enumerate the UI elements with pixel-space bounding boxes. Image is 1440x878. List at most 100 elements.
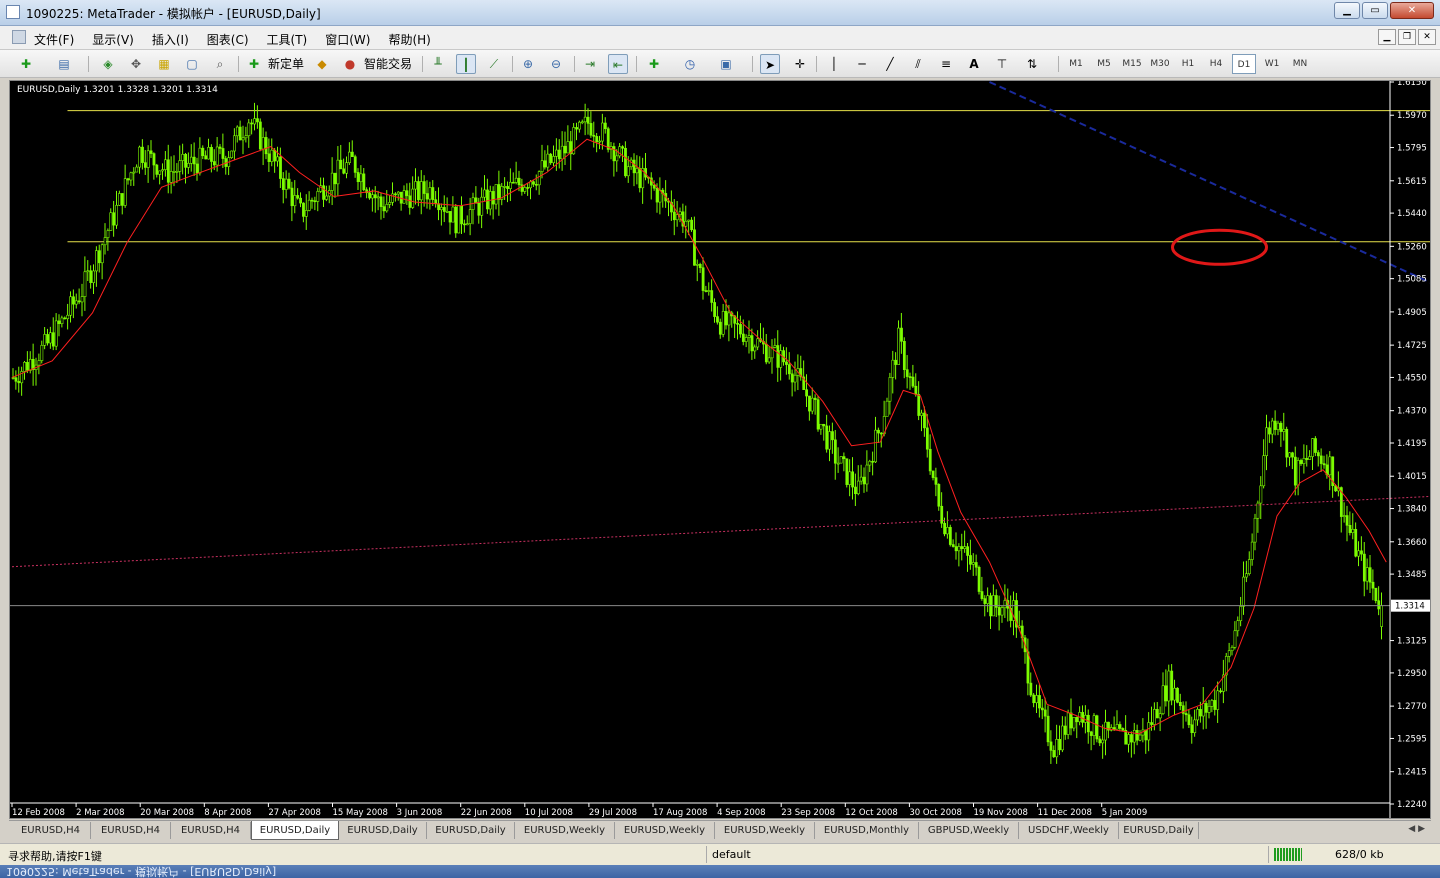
- new-order-button[interactable]: 新定单: [266, 54, 306, 74]
- chart-tab[interactable]: EURUSD,H4: [171, 822, 251, 839]
- data-window-icon[interactable]: ▢: [182, 54, 202, 74]
- new-order-icon[interactable]: ✚: [244, 54, 264, 74]
- price-tick-label: 1.5615: [1397, 177, 1427, 187]
- timeframe-w1[interactable]: W1: [1260, 54, 1284, 74]
- candle-body: [511, 181, 515, 184]
- taskbar-item[interactable]: 1090225: MetaTrader - 模拟帐户 - [EURUSD,Dai…: [6, 865, 276, 878]
- terminal-icon[interactable]: ▦: [154, 54, 174, 74]
- candle-body: [509, 181, 512, 189]
- candle-body: [997, 607, 1001, 616]
- candle-body: [549, 153, 553, 164]
- candle-body: [557, 149, 561, 160]
- trend-line-icon[interactable]: ╱: [880, 54, 900, 74]
- market-watch-icon[interactable]: ◈: [98, 54, 118, 74]
- chart-tab[interactable]: USDCHF,Weekly: [1019, 822, 1119, 839]
- candle-body: [612, 146, 616, 162]
- timeframe-mn[interactable]: MN: [1288, 54, 1312, 74]
- chart-canvas: 1.6150 1.5970 1.5795 1.5615 1.5440 1.5260 1.50…: [10, 81, 1430, 818]
- chart-tab[interactable]: EURUSD,H4: [91, 822, 171, 839]
- menu-item-5[interactable]: 窗口(W): [325, 31, 370, 48]
- candle-body: [414, 181, 418, 190]
- zoom-out-icon[interactable]: ⊖: [546, 54, 566, 74]
- text-tool[interactable]: A: [964, 54, 984, 74]
- chart-tab[interactable]: EURUSD,Daily: [251, 821, 339, 840]
- price-chart[interactable]: 1.6150 1.5970 1.5795 1.5615 1.5440 1.5260 1.50…: [9, 80, 1431, 819]
- candle-body: [1155, 709, 1159, 719]
- tab-scroll-arrows[interactable]: ◀ ▶: [1408, 824, 1425, 834]
- chart-tab[interactable]: EURUSD,Weekly: [715, 822, 815, 839]
- chart-tab[interactable]: EURUSD,Daily: [1119, 822, 1199, 839]
- indicators-icon[interactable]: ✚: [644, 54, 664, 74]
- chart-tab[interactable]: EURUSD,Monthly: [815, 822, 919, 839]
- chart-tab[interactable]: GBPUSD,Weekly: [919, 822, 1019, 839]
- chart-tab[interactable]: EURUSD,H4: [11, 822, 91, 839]
- status-profile: default: [712, 848, 751, 861]
- candle-body: [463, 223, 466, 226]
- timeframe-m5[interactable]: M5: [1092, 54, 1116, 74]
- menu-item-4[interactable]: 工具(T): [267, 31, 308, 48]
- autoscroll-icon[interactable]: ⇤: [608, 54, 628, 74]
- document-icon[interactable]: [12, 30, 26, 44]
- channel-icon[interactable]: ⫽: [908, 54, 928, 74]
- menu-item-3[interactable]: 图表(C): [207, 31, 249, 48]
- candle-body: [1193, 719, 1197, 733]
- taskbar: 1090225: MetaTrader - 模拟帐户 - [EURUSD,Dai…: [0, 865, 1440, 878]
- zoom-in-icon[interactable]: ⊕: [518, 54, 538, 74]
- templates-icon[interactable]: ▣: [716, 54, 736, 74]
- candle-body: [523, 187, 527, 192]
- menu-item-6[interactable]: 帮助(H): [388, 31, 430, 48]
- arrows-icon[interactable]: ⇅: [1022, 54, 1042, 74]
- candle-body: [540, 160, 544, 172]
- periods-icon[interactable]: ◷: [680, 54, 700, 74]
- candle-body: [736, 323, 740, 325]
- timeframe-h4[interactable]: H4: [1204, 54, 1228, 74]
- timeframe-m1[interactable]: M1: [1064, 54, 1088, 74]
- candle-body: [506, 186, 510, 189]
- maximize-button[interactable]: ▭: [1362, 2, 1388, 19]
- timeframe-m15[interactable]: M15: [1120, 54, 1144, 74]
- chart-tab[interactable]: EURUSD,Daily: [339, 822, 427, 839]
- timeframe-d1[interactable]: D1: [1232, 54, 1256, 74]
- candlestick-icon[interactable]: ┃: [456, 54, 476, 74]
- strategy-tester-icon[interactable]: ⌕: [210, 54, 230, 74]
- candle-body: [1147, 722, 1151, 741]
- candle-body: [1311, 438, 1315, 457]
- text-label-icon[interactable]: ⊤: [992, 54, 1012, 74]
- vertical-line-icon[interactable]: │: [824, 54, 844, 74]
- candle-body: [1319, 455, 1323, 464]
- new-chart-icon[interactable]: ✚: [16, 54, 36, 74]
- menu-item-2[interactable]: 插入(I): [152, 31, 189, 48]
- mdi-restore-button[interactable]: ❐: [1398, 29, 1416, 45]
- chart-tab[interactable]: EURUSD,Weekly: [515, 822, 615, 839]
- candle-body: [517, 177, 521, 186]
- time-tick-label: 4 Sep 2008: [717, 808, 765, 818]
- minimize-button[interactable]: ▁: [1334, 2, 1360, 19]
- candle-body: [350, 151, 354, 158]
- chart-tab[interactable]: EURUSD,Weekly: [615, 822, 715, 839]
- expert-icon[interactable]: ●: [340, 54, 360, 74]
- timeframe-m30[interactable]: M30: [1148, 54, 1172, 74]
- menu-item-0[interactable]: 文件(F): [34, 31, 74, 48]
- timeframe-h1[interactable]: H1: [1176, 54, 1200, 74]
- expert-advisors-button[interactable]: 智能交易: [362, 54, 414, 74]
- menu-item-1[interactable]: 显示(V): [92, 31, 134, 48]
- candle-body: [937, 484, 941, 507]
- candle-body: [434, 199, 438, 204]
- mdi-minimize-button[interactable]: ▁: [1378, 29, 1396, 45]
- crosshair-icon[interactable]: ✛: [790, 54, 810, 74]
- metaeditor-icon[interactable]: ◆: [312, 54, 332, 74]
- line-chart-icon[interactable]: ⟋: [484, 54, 504, 74]
- chart-tab[interactable]: EURUSD,Daily: [427, 822, 515, 839]
- chart-shift-icon[interactable]: ⇥: [580, 54, 600, 74]
- candle-body: [652, 184, 656, 189]
- candle-body: [17, 380, 21, 384]
- candle-body: [215, 146, 219, 166]
- close-button[interactable]: ✕: [1390, 2, 1434, 19]
- bar-chart-icon[interactable]: ╨: [428, 54, 448, 74]
- fibonacci-icon[interactable]: ≡: [936, 54, 956, 74]
- horizontal-line-icon[interactable]: ─: [852, 54, 872, 74]
- cursor-icon[interactable]: ➤: [760, 54, 780, 74]
- navigator-icon[interactable]: ✥: [126, 54, 146, 74]
- mdi-close-button[interactable]: ✕: [1418, 29, 1436, 45]
- profiles-icon[interactable]: ▤: [54, 54, 74, 74]
